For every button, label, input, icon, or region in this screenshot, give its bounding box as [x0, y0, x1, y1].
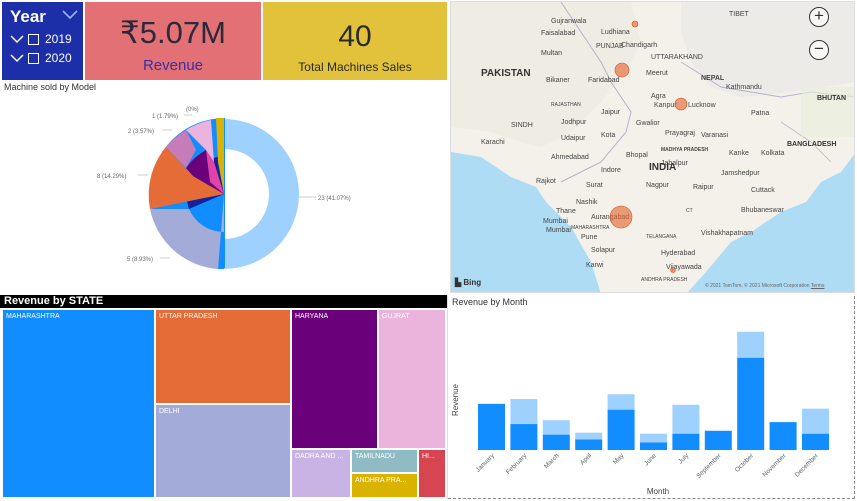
year-option-label: 2020	[45, 51, 72, 65]
tile-label: TAMILNADU	[355, 453, 395, 460]
x-axis-label: Month	[647, 487, 669, 496]
treemap-tile-uttar-pradesh[interactable]: UTTAR PRADESH	[155, 309, 291, 404]
bing-logo: ▙ Bing	[455, 278, 481, 287]
tile-label: MAHARASHTRA	[6, 313, 60, 320]
terms-link[interactable]: Terms	[811, 283, 825, 289]
zoom-in-button[interactable]: +	[809, 7, 829, 27]
treemap-tile-delhi[interactable]: DELHI	[155, 404, 291, 498]
bar-february-s1[interactable]	[510, 399, 538, 425]
bar-july-s0[interactable]	[672, 433, 700, 450]
treemap-tile-gujrat[interactable]: GUJRAT	[378, 309, 446, 449]
bar-october-s0[interactable]	[737, 357, 765, 450]
x-tick-label: June	[643, 452, 658, 467]
treemap-tile-maharashtra[interactable]: MAHARASHTRA	[2, 309, 155, 498]
pie-label: 5 (8.93%)	[127, 257, 153, 263]
bar-march-s0[interactable]	[542, 434, 570, 450]
bar-october-s1[interactable]	[737, 331, 765, 358]
treemap-tile-haryana[interactable]: HARYANA	[291, 309, 378, 449]
tile-label: HI...	[422, 453, 435, 460]
tile-label: HARYANA	[295, 313, 329, 320]
focus-border	[448, 498, 855, 499]
bar-january-s0[interactable]	[478, 403, 505, 450]
treemap-tile-tamilnadu[interactable]: TAMILNADU	[351, 449, 418, 473]
revenue-value: ₹5.07M	[120, 15, 226, 50]
bar-june-s1[interactable]	[640, 433, 667, 443]
treemap-tile-hi[interactable]: HI...	[418, 449, 446, 498]
checkbox[interactable]	[28, 33, 39, 45]
x-tick-label: September	[695, 452, 723, 480]
pie-label: (0%)	[186, 107, 199, 113]
y-axis-label: Revenue	[451, 383, 460, 416]
sales-label: Total Machines Sales	[298, 60, 412, 74]
bing-label: Bing	[463, 278, 482, 287]
map-bubble[interactable]	[631, 20, 639, 28]
map-copyright: © 2021 TomTom, © 2021 Microsoft Corporat…	[705, 283, 824, 289]
tile-label: UTTAR PRADESH	[159, 313, 218, 320]
bar-april-s1[interactable]	[575, 432, 603, 440]
treemap-tile-andhra[interactable]: ANDHRA PRA...	[351, 473, 418, 498]
pie-label: 1 (1.79%)	[152, 114, 178, 120]
x-tick-label: December	[794, 452, 821, 479]
bing-icon: ▙	[455, 278, 462, 287]
chevron-down-icon[interactable]	[10, 34, 24, 44]
bar-july-s1[interactable]	[672, 404, 700, 434]
map-bubbles	[609, 20, 688, 273]
pie-label: 8 (14.29%)	[97, 174, 126, 180]
chevron-down-icon[interactable]	[10, 53, 24, 63]
x-tick-label: May	[612, 452, 626, 466]
bar-december-s0[interactable]	[802, 433, 829, 450]
bar-may-s1[interactable]	[607, 394, 635, 410]
tile-label: DADRA AND ...	[295, 453, 344, 460]
map-bubble[interactable]	[609, 205, 633, 229]
bar-november-s0[interactable]	[769, 422, 797, 450]
treemap-tile-dadra[interactable]: DADRA AND ...	[291, 449, 351, 498]
year-slicer: Year 2019 2020	[2, 2, 83, 80]
year-slicer-title: Year	[10, 7, 46, 26]
pie-label: 23 (41.07%)	[318, 196, 351, 202]
revenue-map[interactable]: Gujranwala Faisalabad Ludhiana Chandigar…	[450, 1, 855, 293]
revenue-by-month-chart: Revenue Month January February March April M…	[451, 331, 829, 496]
focus-border	[854, 296, 855, 499]
revenue-label: Revenue	[142, 57, 204, 74]
year-option-2019[interactable]: 2019	[10, 31, 72, 47]
chevron-down-icon[interactable]	[62, 8, 78, 20]
x-tick-label: October	[734, 452, 756, 474]
x-tick-label: February	[505, 452, 529, 476]
bar-march-s1[interactable]	[542, 420, 570, 435]
copyright-text: © 2021 TomTom, © 2021 Microsoft Corporat…	[705, 283, 810, 289]
bar-december-s1[interactable]	[802, 408, 829, 434]
zoom-out-button[interactable]: −	[809, 40, 829, 60]
year-option-label: 2019	[45, 32, 72, 46]
treemap-title: Revenue by STATE	[0, 295, 447, 308]
bar-september-s0[interactable]	[704, 430, 732, 450]
revenue-card: ₹5.07M Revenue	[85, 2, 261, 80]
pie-label: 2 (3.57%)	[128, 129, 154, 135]
pie-title: Machine sold by Model	[4, 82, 97, 92]
sales-value: 40	[338, 20, 372, 53]
x-tick-label: July	[677, 452, 691, 466]
bar-june-s0[interactable]	[640, 442, 667, 450]
checkbox[interactable]	[28, 52, 39, 64]
bar-may-s0[interactable]	[607, 409, 635, 450]
map-bubble[interactable]	[674, 97, 688, 111]
tile-label: DELHI	[159, 408, 180, 415]
bar-february-s0[interactable]	[510, 424, 538, 450]
year-option-2020[interactable]: 2020	[10, 50, 72, 66]
tile-label: ANDHRA PRA...	[355, 477, 407, 484]
bar-april-s0[interactable]	[575, 439, 603, 450]
sales-card: 40 Total Machines Sales	[263, 2, 447, 80]
x-tick-label: March	[543, 452, 561, 470]
x-tick-label: January	[475, 452, 497, 474]
pie-outer-blue[interactable]	[224, 119, 299, 269]
model-pie-chart: 23 (41.07%) 5 (8.93%) 8 (14.29%) 2 (3.57…	[97, 107, 351, 270]
bars-group: January February March April May June July Sept…	[475, 331, 829, 480]
map-bubble[interactable]	[614, 62, 630, 78]
x-tick-label: April	[579, 452, 594, 467]
x-tick-label: November	[761, 452, 788, 479]
map-bubble[interactable]	[670, 267, 676, 273]
tile-label: GUJRAT	[382, 313, 410, 320]
